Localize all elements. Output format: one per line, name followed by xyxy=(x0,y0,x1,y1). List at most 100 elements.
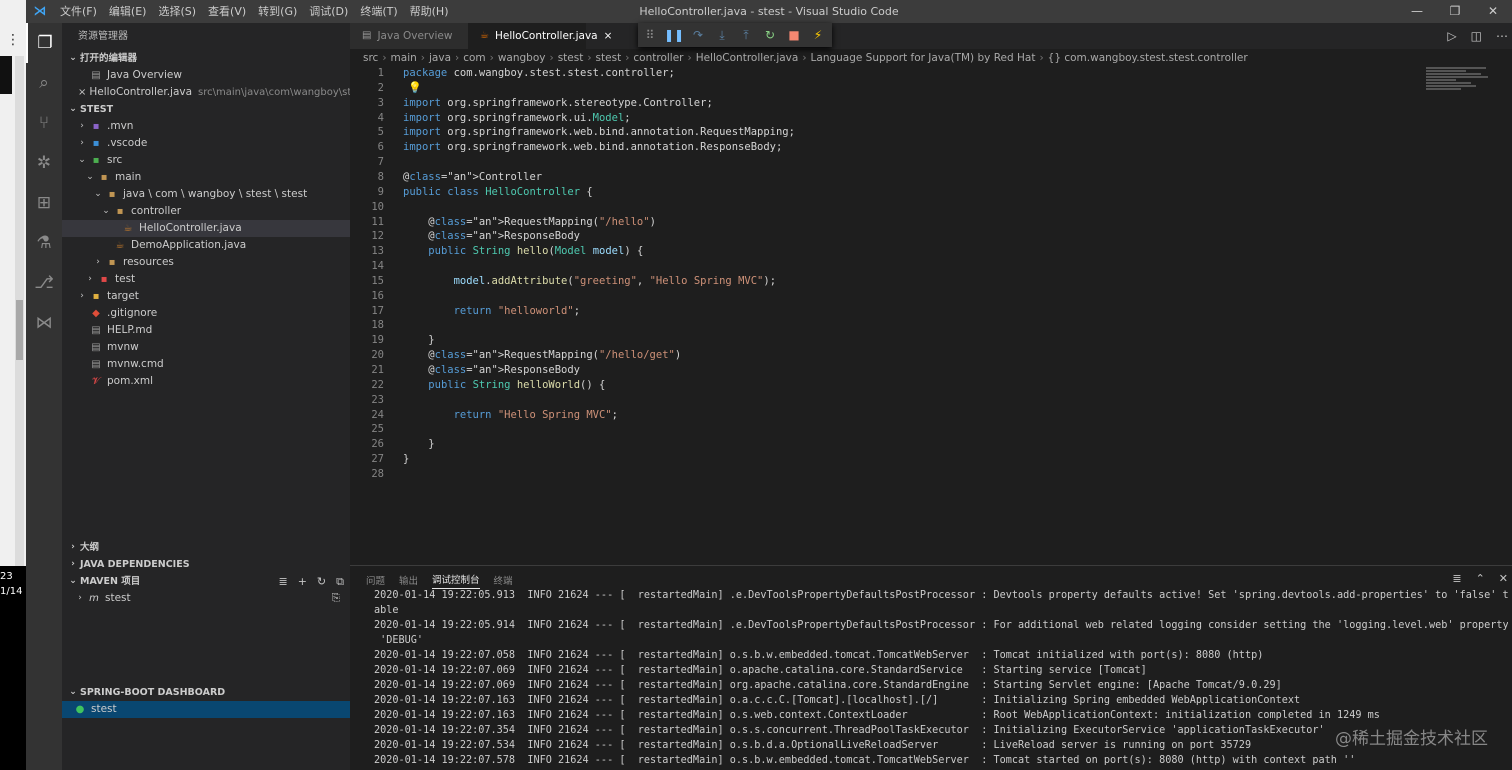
source-control-icon[interactable]: ⑂ xyxy=(26,103,62,143)
outer-scrollbar-thumb[interactable] xyxy=(16,300,23,360)
open-editor-java-overview[interactable]: ▤ Java Overview xyxy=(62,67,350,84)
menu-item[interactable]: 文件(F) xyxy=(54,0,103,23)
collapse-icon[interactable]: ⧉ xyxy=(336,573,344,590)
restore-button[interactable]: ❐ xyxy=(1436,0,1474,23)
breadcrumb-item[interactable]: java xyxy=(429,52,451,64)
lightbulb-icon[interactable]: 💡 xyxy=(408,81,422,94)
close-icon[interactable]: × xyxy=(78,84,86,101)
explorer-icon[interactable]: ❐ xyxy=(26,23,62,63)
tree-item[interactable]: › ▪ test xyxy=(62,271,350,288)
maximize-panel-icon[interactable]: ⌃ xyxy=(1476,572,1485,585)
menu-item[interactable]: 编辑(E) xyxy=(103,0,153,23)
tree-item[interactable]: ☕ HelloController.java xyxy=(62,220,350,237)
code-line: public String hello(Model model) { xyxy=(428,245,644,258)
stop-icon[interactable]: ■ xyxy=(782,28,806,42)
close-panel-icon[interactable]: ✕ xyxy=(1499,572,1508,585)
extensions-icon[interactable]: ⊞ xyxy=(26,183,62,223)
code-line: @class="an">Controller xyxy=(403,170,543,183)
console-line: 2020-01-14 19:22:07.069 INFO 21624 --- [… xyxy=(374,680,1282,691)
menu-item[interactable]: 查看(V) xyxy=(202,0,252,23)
add-icon[interactable]: + xyxy=(298,573,307,590)
menu-item[interactable]: 帮助(H) xyxy=(404,0,455,23)
drag-handle-icon[interactable]: ⠿ xyxy=(638,28,662,42)
breadcrumb-item[interactable]: com xyxy=(463,52,485,64)
tab-terminal[interactable]: 终端 xyxy=(494,573,513,587)
hot-reload-icon[interactable]: ⚡ xyxy=(806,28,830,42)
minimap[interactable] xyxy=(1426,67,1506,107)
breadcrumb-item[interactable]: wangboy xyxy=(498,52,546,64)
run-icon[interactable]: ▷ xyxy=(1447,29,1456,43)
tab-problems[interactable]: 问题 xyxy=(366,573,385,587)
breadcrumb-item[interactable]: controller xyxy=(633,52,683,64)
breadcrumb-item[interactable]: stest xyxy=(596,52,622,64)
menu-item[interactable]: 终端(T) xyxy=(354,0,403,23)
tree-item[interactable]: ◆ .gitignore xyxy=(62,305,350,322)
tab-hellocontroller[interactable]: ☕ HelloController.java × xyxy=(468,23,612,49)
breadcrumb-item[interactable]: HelloController.java xyxy=(696,52,799,64)
tree-item-label: .mvn xyxy=(107,120,134,132)
open-editors-header[interactable]: ⌄ 打开的编辑器 xyxy=(62,50,350,67)
chevron-down-icon: ⌄ xyxy=(86,172,94,182)
breadcrumb-item[interactable]: main xyxy=(391,52,417,64)
terminal-icon[interactable]: ⎘ xyxy=(332,590,340,607)
git-icon[interactable]: ⎇ xyxy=(26,263,62,303)
step-over-icon[interactable]: ↷ xyxy=(686,28,710,42)
file-icon: ☕ xyxy=(115,240,125,251)
tree-item[interactable]: ⌄ ▪ main xyxy=(62,169,350,186)
tab-debug-console[interactable]: 调试控制台 xyxy=(432,572,480,589)
code-line: @class="an">ResponseBody xyxy=(403,364,581,376)
tree-item[interactable]: › ▪ target xyxy=(62,288,350,305)
maven-header[interactable]: ⌄ MAVEN 项目 ≣ + ↻ ⧉ xyxy=(62,573,350,590)
line-number: 11 xyxy=(371,215,384,228)
breadcrumb-item[interactable]: src xyxy=(363,52,378,64)
spring-app-stest[interactable]: ● stest xyxy=(62,701,350,718)
menu-item[interactable]: 选择(S) xyxy=(152,0,202,23)
tree-item[interactable]: ⌄ ▪ java \ com \ wangboy \ stest \ stest xyxy=(62,186,350,203)
clear-console-icon[interactable]: ≣ xyxy=(1452,572,1461,585)
pause-icon[interactable]: ❚❚ xyxy=(662,28,686,42)
tab-java-overview[interactable]: ▤ Java Overview xyxy=(350,23,468,49)
close-window-button[interactable]: ✕ xyxy=(1474,0,1512,23)
tree-item[interactable]: › ▪ .mvn xyxy=(62,118,350,135)
outline-header[interactable]: › 大纲 xyxy=(62,539,350,556)
open-editor-hellocontroller[interactable]: × HelloController.java src\main\java\com… xyxy=(62,84,350,101)
java-dependencies-header[interactable]: › JAVA DEPENDENCIES xyxy=(62,556,350,573)
breadcrumb: src › main › java › com › wangboy › stest › stest › co… xyxy=(350,49,1512,67)
tree-item[interactable]: ▤ mvnw.cmd xyxy=(62,356,350,373)
maven-project-stest[interactable]: › m stest ⎘ xyxy=(62,590,350,607)
tree-item[interactable]: › ▪ .vscode xyxy=(62,135,350,152)
tab-output[interactable]: 输出 xyxy=(399,573,418,587)
breadcrumb-item[interactable]: Language Support for Java(TM) by Red Hat xyxy=(811,52,1036,64)
tree-item[interactable]: ▤ HELP.md xyxy=(62,322,350,339)
test-icon[interactable]: ⚗ xyxy=(26,223,62,263)
step-out-icon[interactable]: ⤒ xyxy=(734,28,758,43)
code-editor[interactable]: 💡 1 package com.wangboy.stest.stest.contr… xyxy=(350,67,1512,565)
close-tab-icon[interactable]: × xyxy=(604,23,613,49)
minimize-button[interactable]: — xyxy=(1398,0,1436,23)
tree-item[interactable]: 𝓥pom.xml xyxy=(62,373,350,390)
menu-item[interactable]: 调试(D) xyxy=(303,0,354,23)
menu-item[interactable]: 转到(G) xyxy=(252,0,303,23)
tree-item[interactable]: ⌄ ▪ controller xyxy=(62,203,350,220)
tree-item[interactable]: ▤ mvnw xyxy=(62,339,350,356)
list-icon[interactable]: ≣ xyxy=(278,573,287,590)
more-actions-icon[interactable]: ⋯ xyxy=(1496,29,1508,43)
tree-item[interactable]: › ▪ resources xyxy=(62,254,350,271)
folder-icon: ▪ xyxy=(92,291,100,302)
debug-icon[interactable]: ✲ xyxy=(26,143,62,183)
code-line: @class="an">ResponseBody xyxy=(403,230,581,243)
tree-item-label: DemoApplication.java xyxy=(131,239,247,251)
remote-icon[interactable]: ⋈ xyxy=(26,303,62,343)
restart-icon[interactable]: ↻ xyxy=(758,28,782,42)
tree-item[interactable]: ⌄ ▪ src xyxy=(62,152,350,169)
spring-boot-dashboard-header[interactable]: ⌄ SPRING-BOOT DASHBOARD xyxy=(62,684,350,701)
search-icon[interactable]: ⌕ xyxy=(26,63,62,103)
step-into-icon[interactable]: ⤓ xyxy=(710,28,734,43)
breadcrumb-item[interactable]: stest xyxy=(558,52,584,64)
explorer-sidebar: 资源管理器 ⌄ 打开的编辑器 ▤ Java Overview × HelloCo… xyxy=(62,23,350,770)
workspace-header[interactable]: ⌄ STEST xyxy=(62,101,350,118)
split-editor-icon[interactable]: ◫ xyxy=(1471,29,1482,43)
breadcrumb-item[interactable]: {} com.wangboy.stest.stest.controller xyxy=(1048,52,1248,64)
refresh-icon[interactable]: ↻ xyxy=(317,573,326,590)
tree-item[interactable]: ☕ DemoApplication.java xyxy=(62,237,350,254)
